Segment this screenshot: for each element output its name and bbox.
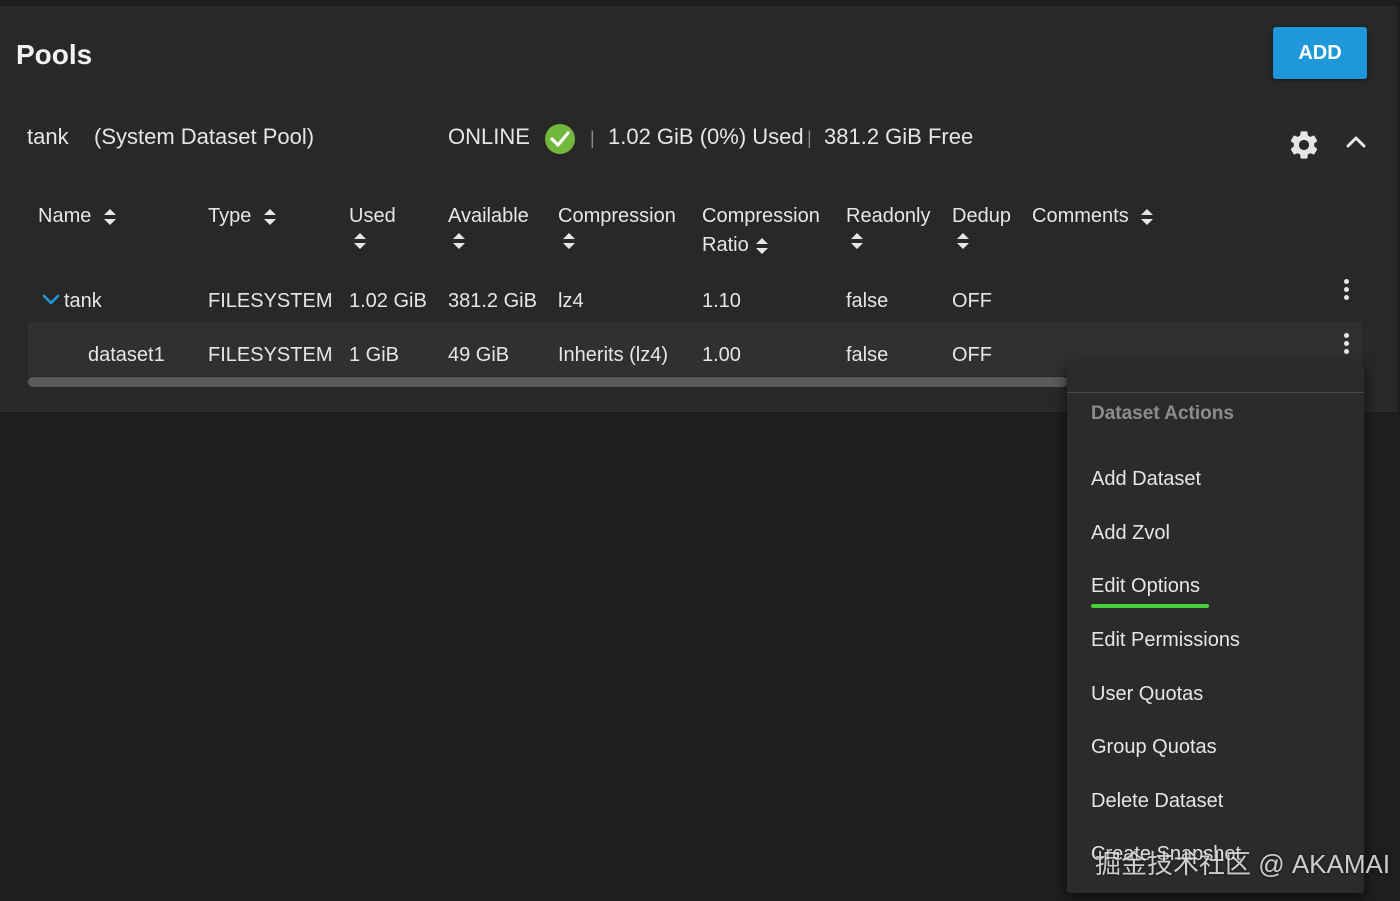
sort-icon [851,233,863,249]
cell-dedup: OFF [952,290,992,312]
pool-header: tank (System Dataset Pool) ONLINE | 1.02… [0,118,1397,158]
pool-label: (System Dataset Pool) [94,124,315,149]
more-vert-icon[interactable] [1344,279,1350,305]
cell-available: 381.2 GiB [448,290,537,312]
more-vert-icon[interactable] [1344,333,1350,359]
column-header-type[interactable]: Type [208,202,277,231]
horizontal-scrollbar[interactable] [28,377,1068,387]
pool-used: 1.02 GiB (0%) Used [608,124,804,149]
menu-item-add-zvol[interactable]: Add Zvol [1091,522,1170,545]
cell-type: FILESYSTEM [208,290,333,312]
sort-icon [453,233,465,249]
check-circle-icon [545,124,575,154]
menu-item-user-quotas[interactable]: User Quotas [1091,683,1203,706]
pool-status: ONLINE [448,124,530,149]
sort-icon [563,233,575,249]
cell-available: 49 GiB [448,344,510,366]
cell-type: FILESYSTEM [208,344,333,366]
sort-icon [1141,208,1154,225]
menu-item-delete-dataset[interactable]: Delete Dataset [1091,790,1223,813]
menu-divider [1067,392,1364,393]
cell-dedup: OFF [952,344,992,366]
app-root: Pools ADD tank (System Dataset Pool) ONL… [0,0,1400,901]
column-header-comments[interactable]: Comments [1032,202,1154,231]
cell-compression: lz4 [558,290,584,312]
cell-used: 1.02 GiB [349,290,427,312]
dataset-actions-menu: Dataset Actions Add Dataset Add Zvol Edi… [1067,363,1364,893]
sort-icon [103,208,116,225]
sort-icon [755,237,768,254]
watermark: 掘金技术社区 @ AKAMAI [1095,849,1391,879]
gear-icon[interactable] [1287,128,1321,162]
cell-used: 1 GiB [349,344,400,366]
menu-item-edit-options[interactable]: Edit Options [1091,575,1200,598]
column-header-used[interactable]: Used [349,202,396,250]
page-title: Pools [16,39,93,70]
separator: | [807,128,812,148]
sort-icon [957,233,969,249]
menu-title: Dataset Actions [1091,403,1234,424]
cell-name: tank [64,290,102,312]
table-row[interactable]: tank FILESYSTEM 1.02 GiB 381.2 GiB lz4 1… [28,274,1362,328]
separator: | [590,128,595,148]
add-button[interactable]: ADD [1273,27,1367,79]
column-header-name[interactable]: Name [38,202,117,231]
cell-compression-ratio: 1.10 [702,290,741,312]
chevron-down-icon[interactable] [42,294,60,306]
column-header-compression-ratio[interactable]: Compression Ratio [702,202,820,260]
sort-icon [354,233,366,249]
cell-name: dataset1 [88,344,165,366]
column-header-dedup[interactable]: Dedup [952,202,1011,250]
cell-compression: Inherits (lz4) [558,344,669,366]
cell-compression-ratio: 1.00 [702,344,741,366]
column-header-readonly[interactable]: Readonly [846,202,931,250]
sort-icon [263,208,276,225]
cell-readonly: false [846,344,889,366]
column-header-available[interactable]: Available [448,202,529,250]
pool-free: 381.2 GiB Free [824,124,974,149]
chevron-up-icon[interactable] [1344,134,1368,150]
cell-readonly: false [846,290,889,312]
pool-name: tank [27,124,69,149]
menu-item-edit-permissions[interactable]: Edit Permissions [1091,629,1240,652]
menu-item-group-quotas[interactable]: Group Quotas [1091,736,1217,759]
menu-item-highlight [1091,604,1209,608]
menu-item-add-dataset[interactable]: Add Dataset [1091,468,1201,491]
column-header-compression[interactable]: Compression [558,202,676,250]
